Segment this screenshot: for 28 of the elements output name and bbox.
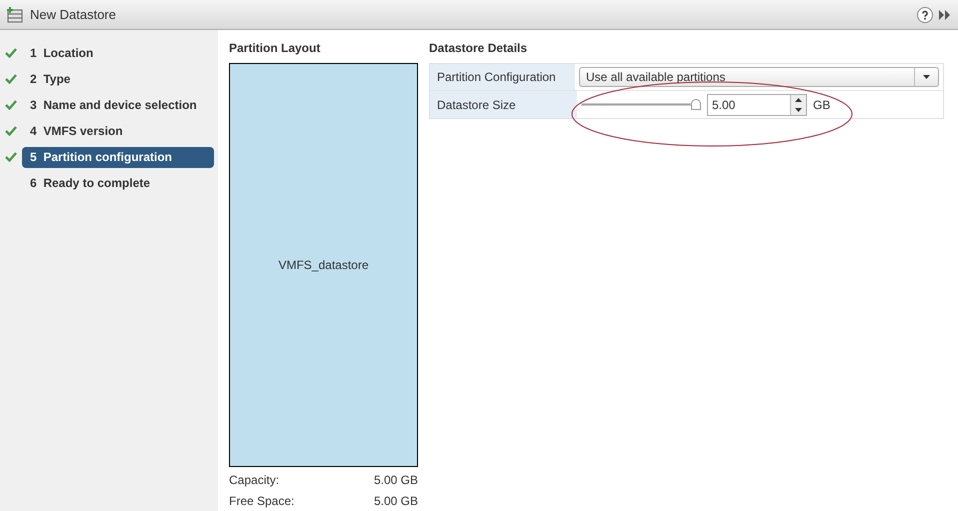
capacity-label: Capacity: — [229, 472, 280, 489]
unit-label: GB — [813, 96, 830, 114]
datastore-icon — [7, 6, 23, 22]
wizard-step[interactable]: 2 Type — [22, 68, 214, 90]
wizard-step[interactable]: 5 Partition configuration — [22, 146, 214, 168]
window-title: New Datastore — [30, 6, 116, 24]
double-arrow-icon — [939, 10, 951, 20]
section-title: Datastore Details — [429, 40, 528, 57]
wizard-step[interactable]: 4 VMFS version — [22, 120, 214, 142]
increment-arrow-icon[interactable] — [795, 98, 802, 102]
field-label: Datastore Size — [430, 91, 577, 118]
help-icon — [920, 10, 930, 20]
field-label: Partition Configuration — [430, 64, 575, 90]
size-spinner[interactable]: 5.00 — [707, 94, 807, 116]
wizard-step[interactable]: 1 Location — [22, 42, 214, 64]
free-space-label: Free Space: — [229, 493, 294, 510]
dropdown-arrow-icon — [923, 75, 930, 79]
partition-label: VMFS_datastore — [278, 257, 369, 274]
partition-dropdown[interactable]: Use all available partitions — [579, 67, 939, 87]
section-title: Partition Layout — [229, 40, 322, 57]
decrement-arrow-icon[interactable] — [795, 108, 802, 112]
size-slider-thumb[interactable] — [691, 99, 701, 110]
wizard-step[interactable]: 6 Ready to complete — [22, 172, 214, 194]
help-button[interactable] — [917, 6, 933, 22]
free-space-value: 5.00 GB — [374, 493, 418, 510]
expand-button[interactable] — [939, 10, 951, 20]
capacity-value: 5.00 GB — [374, 472, 418, 489]
wizard-step[interactable]: 3 Name and device selection — [22, 94, 214, 116]
